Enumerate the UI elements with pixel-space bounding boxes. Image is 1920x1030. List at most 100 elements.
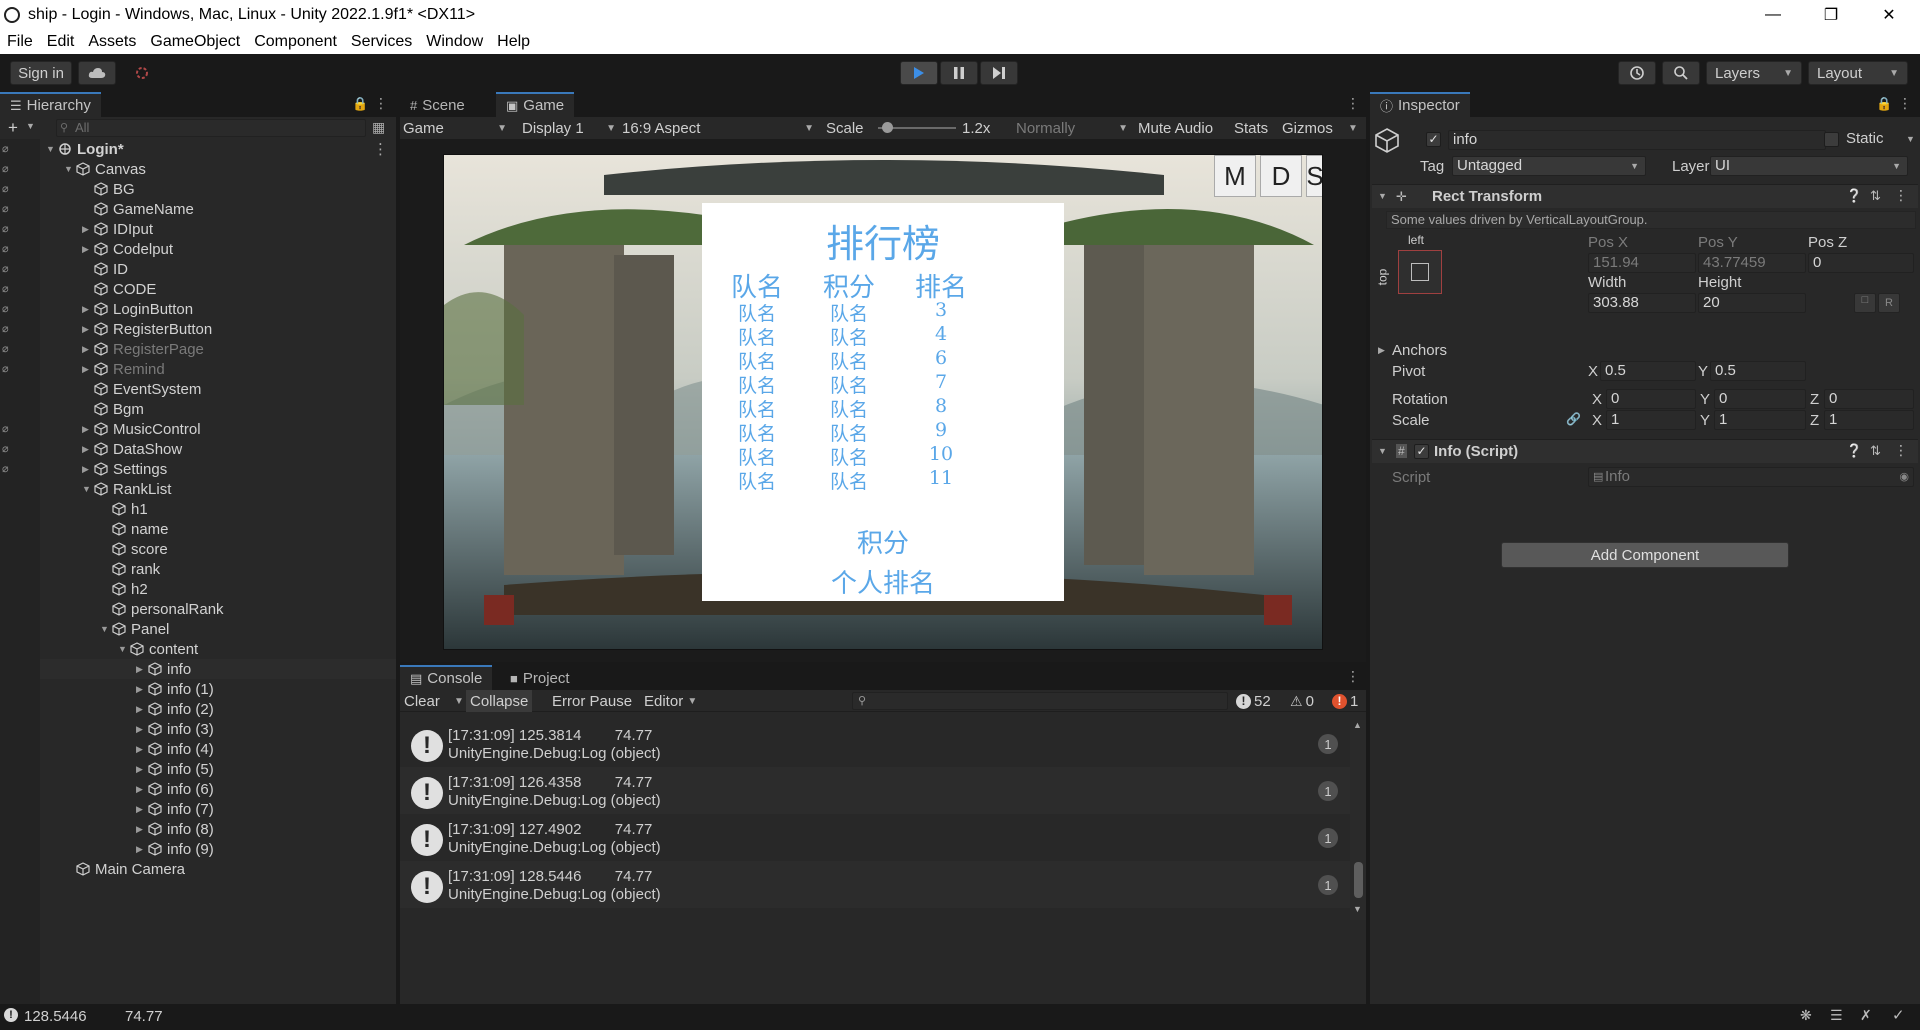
restore-icon[interactable]: ❐: [1802, 0, 1860, 29]
hierarchy-item[interactable]: ▼ content: [40, 639, 396, 659]
mute-audio-button[interactable]: Mute Audio: [1138, 117, 1213, 139]
chevron-right-icon[interactable]: ▶: [82, 364, 94, 375]
hierarchy-item[interactable]: GameName: [40, 199, 396, 219]
clear-button[interactable]: Clear: [400, 690, 444, 712]
preset-icon[interactable]: ⇅: [1870, 188, 1881, 204]
rotation-x-field[interactable]: 0: [1606, 389, 1696, 409]
hierarchy-item[interactable]: ▼ RankList: [40, 479, 396, 499]
chevron-down-icon[interactable]: ▼: [1378, 446, 1387, 456]
hierarchy-item[interactable]: ▶ Settings: [40, 459, 396, 479]
tag-dropdown[interactable]: Untagged ▼: [1452, 156, 1646, 176]
chevron-down-icon[interactable]: ▼: [26, 121, 35, 131]
help-icon[interactable]: ❔: [1846, 188, 1862, 204]
hierarchy-item[interactable]: ▶ info (7): [40, 799, 396, 819]
kebab-menu-icon[interactable]: ⋮: [1898, 95, 1912, 112]
display-dropdown[interactable]: Display 1 ▼: [522, 117, 616, 139]
hierarchy-item[interactable]: ▼ Canvas: [40, 159, 396, 179]
hierarchy-item[interactable]: ▶ MusicControl: [40, 419, 396, 439]
chevron-right-icon[interactable]: ▶: [82, 464, 94, 475]
hierarchy-item[interactable]: ▶ IDIput: [40, 219, 396, 239]
scroll-up-icon[interactable]: ▲: [1353, 720, 1362, 730]
kebab-menu-icon[interactable]: ⋮: [1894, 442, 1908, 459]
console-log-entry[interactable]: ! [17:31:09] 126.4358 74.77 UnityEngine.De…: [400, 767, 1350, 814]
hierarchy-item[interactable]: ▶ Remind: [40, 359, 396, 379]
tab-project[interactable]: ■ Project: [500, 665, 580, 690]
anchor-preset-button[interactable]: [1398, 250, 1442, 294]
scrollbar-thumb[interactable]: [1354, 862, 1363, 898]
play-button[interactable]: [900, 61, 938, 85]
visibility-eye-icon[interactable]: ⌀: [2, 202, 18, 215]
kebab-menu-icon[interactable]: ⋮: [374, 95, 388, 112]
editor-dropdown[interactable]: Editor ▼: [640, 690, 701, 712]
hierarchy-item[interactable]: ▶ info (1): [40, 679, 396, 699]
chevron-right-icon[interactable]: ▶: [82, 304, 94, 315]
visibility-eye-icon[interactable]: ⌀: [2, 282, 18, 295]
step-button[interactable]: [980, 61, 1018, 85]
chevron-right-icon[interactable]: ▶: [136, 844, 148, 855]
s-button[interactable]: S: [1306, 155, 1322, 197]
gameobject-name-field[interactable]: info: [1448, 130, 1826, 150]
scroll-down-icon[interactable]: ▼: [1353, 904, 1362, 914]
debug-icon[interactable]: ✗: [1860, 1007, 1872, 1024]
scale-z-field[interactable]: 1: [1824, 410, 1914, 430]
hierarchy-item[interactable]: ▶ DataShow: [40, 439, 396, 459]
chevron-right-icon[interactable]: ▶: [82, 224, 94, 235]
search-icon[interactable]: [1662, 61, 1700, 85]
static-checkbox[interactable]: [1824, 132, 1839, 147]
menu-assets[interactable]: Assets: [81, 33, 143, 51]
chevron-right-icon[interactable]: ▶: [136, 804, 148, 815]
hierarchy-item[interactable]: ▶ RegisterPage: [40, 339, 396, 359]
error-count-toggle[interactable]: ! 1: [1328, 690, 1362, 712]
visibility-eye-icon[interactable]: ⌀: [2, 222, 18, 235]
minimize-icon[interactable]: —: [1744, 0, 1802, 29]
game-screen[interactable]: M D S 排行榜 队名 积分 排名 队名 队名 3 队名 队名 4 队名 队名 6 队名 队名 7 队…: [443, 154, 1323, 650]
hierarchy-item[interactable]: ▶ info (5): [40, 759, 396, 779]
chevron-down-icon[interactable]: ▼: [100, 624, 112, 634]
game-mode-dropdown[interactable]: Game ▼: [403, 117, 507, 139]
visibility-eye-icon[interactable]: ⌀: [2, 142, 18, 155]
rotation-z-field[interactable]: 0: [1824, 389, 1914, 409]
d-button[interactable]: D: [1260, 155, 1302, 197]
rotation-y-field[interactable]: 0: [1714, 389, 1806, 409]
hierarchy-item[interactable]: CODE: [40, 279, 396, 299]
width-field[interactable]: 303.88: [1588, 293, 1696, 313]
pos-z-field[interactable]: 0: [1808, 253, 1914, 273]
hierarchy-item[interactable]: ▶ LoginButton: [40, 299, 396, 319]
visibility-eye-icon[interactable]: ⌀: [2, 242, 18, 255]
rect-transform-header[interactable]: ▼ ✛ Rect Transform ❔ ⇅ ⋮: [1372, 184, 1918, 208]
bug-icon[interactable]: ❋: [1800, 1007, 1812, 1024]
gizmos-button[interactable]: Gizmos: [1282, 117, 1333, 139]
console-log-entry[interactable]: ! [17:31:09] 125.3814 74.77 UnityEngine.De…: [400, 720, 1350, 767]
layer-dropdown[interactable]: UI ▼: [1710, 156, 1908, 176]
console-log-entry[interactable]: ! [17:31:09] 128.5446 74.77 UnityEngine.De…: [400, 861, 1350, 908]
hierarchy-item[interactable]: Bgm: [40, 399, 396, 419]
stack-icon[interactable]: ☰: [1830, 1007, 1843, 1024]
cloud-icon[interactable]: [78, 61, 116, 85]
hierarchy-item[interactable]: EventSystem: [40, 379, 396, 399]
chevron-down-icon[interactable]: ▼: [1378, 191, 1387, 201]
error-pause-button[interactable]: Error Pause: [548, 690, 636, 712]
visibility-eye-icon[interactable]: ⌀: [2, 422, 18, 435]
tab-console[interactable]: ▤ Console: [400, 665, 493, 690]
scale-x-field[interactable]: 1: [1606, 410, 1696, 430]
hierarchy-item[interactable]: rank: [40, 559, 396, 579]
scale-slider[interactable]: [878, 117, 958, 139]
menu-services[interactable]: Services: [344, 33, 419, 51]
height-field[interactable]: 20: [1698, 293, 1806, 313]
slider-handle[interactable]: [882, 122, 893, 133]
raw-edit-mode-button[interactable]: R: [1878, 293, 1900, 313]
menu-gameobject[interactable]: GameObject: [143, 33, 247, 51]
visibility-eye-icon[interactable]: ⌀: [2, 322, 18, 335]
visibility-eye-icon[interactable]: ⌀: [2, 302, 18, 315]
tab-hierarchy[interactable]: ☰ Hierarchy: [0, 92, 101, 117]
chevron-right-icon[interactable]: ▶: [1378, 345, 1385, 356]
chevron-right-icon[interactable]: ▶: [136, 824, 148, 835]
visibility-eye-icon[interactable]: ⌀: [2, 262, 18, 275]
hierarchy-item[interactable]: ▶ info (4): [40, 739, 396, 759]
visibility-eye-icon[interactable]: ⌀: [2, 342, 18, 355]
hierarchy-item[interactable]: ▼ Panel: [40, 619, 396, 639]
check-icon[interactable]: ✓: [1892, 1006, 1905, 1024]
lock-icon[interactable]: 🔒: [352, 96, 368, 112]
status-message-value[interactable]: 128.5446: [24, 1008, 87, 1025]
chevron-right-icon[interactable]: ▶: [136, 784, 148, 795]
